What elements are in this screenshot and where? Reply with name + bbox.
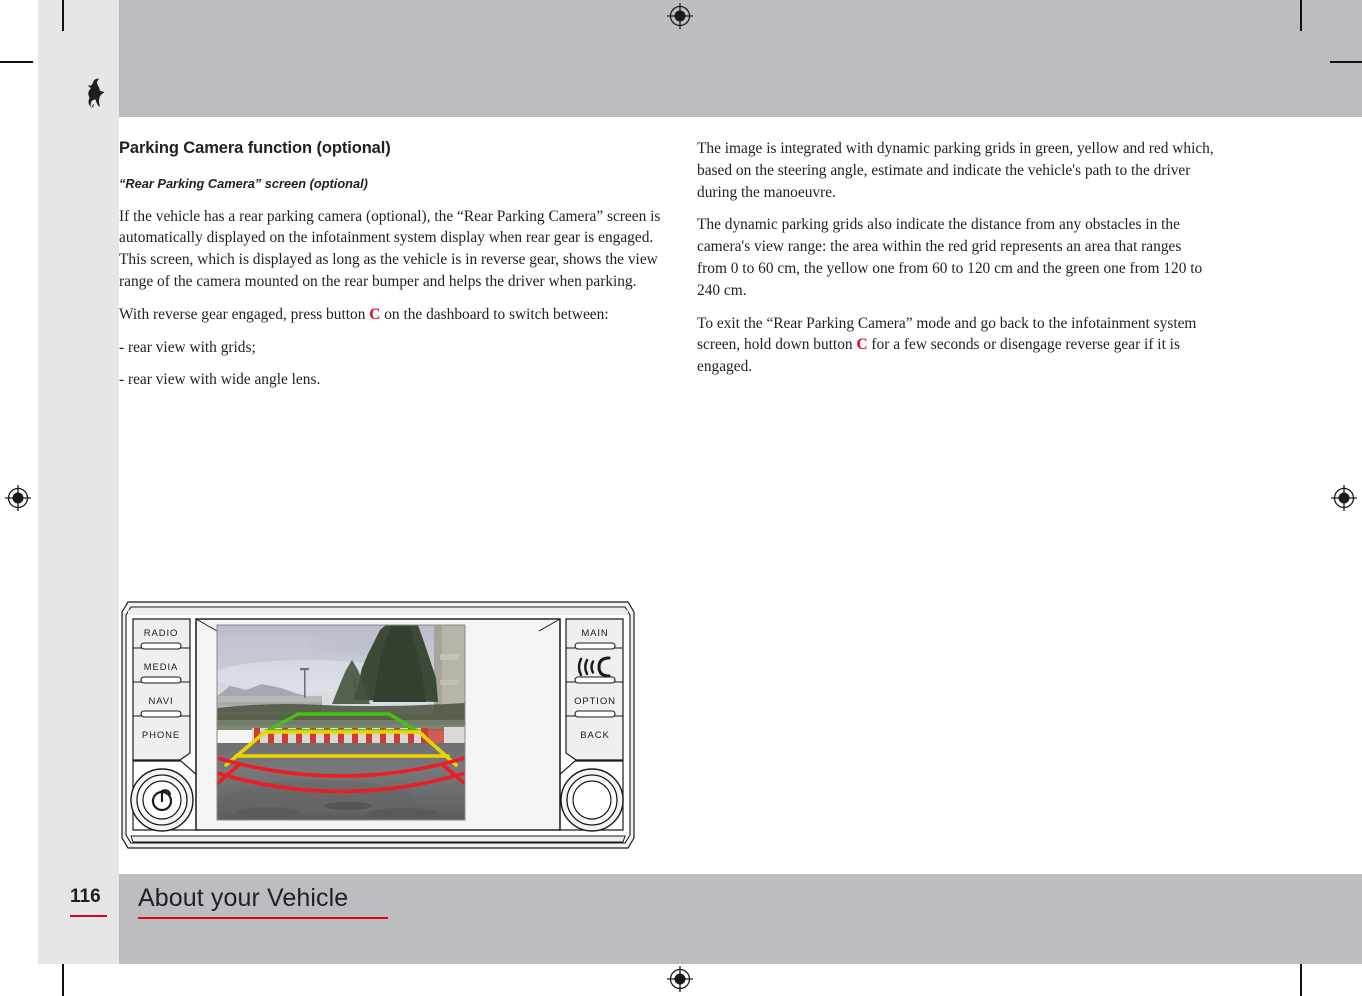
paragraph-intro: If the vehicle has a rear parking camera… <box>119 207 661 290</box>
crop-mark-top-right <box>1300 0 1302 31</box>
paragraph-grid-distances: The dynamic parking grids also indicate … <box>697 216 1203 299</box>
registration-mark-left <box>5 485 31 511</box>
radio-button-label[interactable]: RADIO <box>144 628 179 639</box>
head-unit-bottom-strip <box>130 835 626 843</box>
crop-mark-right-top <box>1330 61 1362 63</box>
ferrari-prancing-horse-logo-icon <box>87 78 105 108</box>
power-volume-knob[interactable] <box>130 760 199 832</box>
paragraph-switch-text-after: on the dashboard to switch between: <box>380 305 609 323</box>
infotainment-head-unit-drawing: RADIO MEDIA NAVI PHONE MAIN OPTION BACK <box>121 601 635 849</box>
option-button-label[interactable]: OPTION <box>574 696 616 707</box>
crop-mark-bottom-left <box>62 964 64 996</box>
registration-mark-top <box>667 3 693 29</box>
footer-chapter-title: About your Vehicle <box>138 884 349 912</box>
registration-mark-right <box>1331 485 1357 511</box>
list-item-grids: - rear view with grids; <box>119 338 256 356</box>
back-button-label[interactable]: BACK <box>580 730 609 741</box>
page-number-rule <box>70 915 107 917</box>
crop-mark-left-top <box>0 61 33 63</box>
page-left-margin <box>38 0 119 964</box>
registration-mark-bottom <box>667 966 693 992</box>
left-text-column: Parking Camera function (optional) “Rear… <box>119 138 664 391</box>
rocker-bar-4[interactable] <box>574 642 616 650</box>
paragraph-grid-colors: The image is integrated with dynamic par… <box>697 140 1214 201</box>
button-c-reference: C <box>369 305 381 323</box>
rocker-bar-1[interactable] <box>140 642 182 650</box>
paragraph-switch-text-before: With reverse gear engaged, press button <box>119 305 370 323</box>
phone-button-label[interactable]: PHONE <box>142 730 180 741</box>
rocker-bar-6[interactable] <box>574 710 616 718</box>
page-header-band <box>119 0 1362 117</box>
main-button-label[interactable]: MAIN <box>581 628 608 639</box>
button-c-reference-exit: C <box>856 336 868 354</box>
list-item-wide-angle: - rear view with wide angle lens. <box>119 371 321 389</box>
crop-mark-top-left <box>62 0 64 31</box>
page-number: 116 <box>70 886 101 907</box>
tune-knob[interactable] <box>557 760 624 832</box>
right-text-column: The image is integrated with dynamic par… <box>697 138 1214 378</box>
paragraph-switch: With reverse gear engaged, press button … <box>119 304 664 326</box>
subsection-title: “Rear Parking Camera” screen (optional) <box>119 175 368 191</box>
media-button-label[interactable]: MEDIA <box>144 662 179 673</box>
rocker-bar-3[interactable] <box>140 710 182 718</box>
navi-button-label[interactable]: NAVI <box>148 696 173 707</box>
right-button-panel: MAIN OPTION BACK <box>565 618 624 761</box>
rocker-bar-5[interactable] <box>574 676 616 684</box>
infotainment-head-unit-figure: RADIO MEDIA NAVI PHONE MAIN OPTION BACK <box>118 598 638 852</box>
crop-mark-bottom-right <box>1300 964 1302 996</box>
footer-chapter-rule <box>138 917 388 919</box>
paragraph-exit: To exit the “Rear Parking Camera” mode a… <box>697 313 1214 378</box>
left-button-panel: RADIO MEDIA NAVI PHONE <box>132 618 191 761</box>
rear-parking-camera-screen[interactable] <box>198 625 465 820</box>
rocker-bar-2[interactable] <box>140 676 182 684</box>
page-title: Parking Camera function (optional) <box>119 139 391 157</box>
